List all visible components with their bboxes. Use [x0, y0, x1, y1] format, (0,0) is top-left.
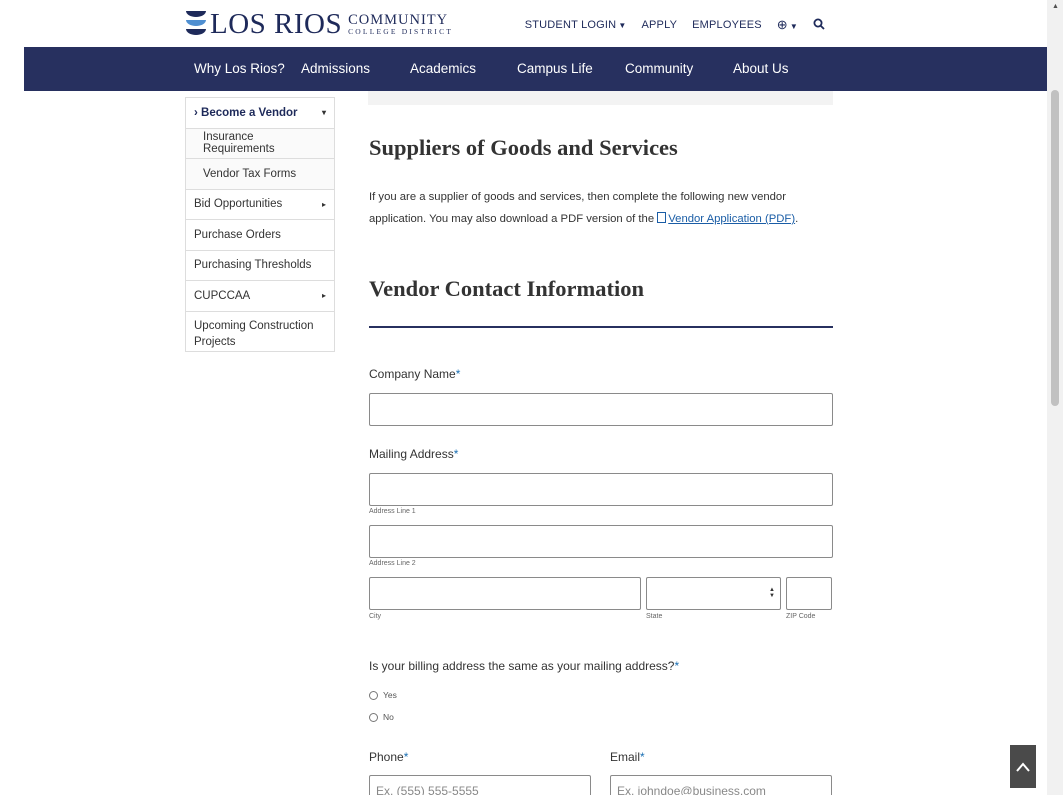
nav-why-los-rios[interactable]: Why Los Rios?	[194, 61, 285, 76]
search-icon[interactable]	[813, 18, 825, 33]
email-label: Email*	[610, 750, 645, 764]
sidebar-item-cupccaa[interactable]: CUPCCAA ▸	[186, 280, 334, 311]
sidebar-item-vendor-tax-forms[interactable]: Vendor Tax Forms	[186, 158, 334, 189]
back-to-top-button[interactable]	[1010, 745, 1036, 788]
company-name-input[interactable]	[369, 393, 833, 426]
mailing-address-label: Mailing Address*	[369, 447, 459, 461]
chevron-right-icon[interactable]: ▸	[322, 200, 326, 209]
scroll-up-icon[interactable]: ▲	[1052, 3, 1059, 10]
billing-question-label: Is your billing address the same as your…	[369, 659, 680, 673]
chevron-up-icon	[1016, 761, 1030, 772]
nav-about-us[interactable]: About Us	[733, 61, 789, 76]
intro-paragraph: If you are a supplier of goods and servi…	[369, 186, 837, 230]
zip-input[interactable]	[786, 577, 832, 610]
vendor-application-pdf-link[interactable]: Vendor Application (PDF)	[657, 212, 795, 225]
sidebar-item-become-a-vendor[interactable]: › Become a Vendor ▾	[186, 97, 334, 128]
sidebar-item-bid-opportunities[interactable]: Bid Opportunities ▸	[186, 188, 334, 220]
sidebar-item-label: Purchase Orders	[194, 228, 281, 241]
utility-nav: STUDENT LOGIN ▼ APPLY EMPLOYEES ⊕ ▼	[525, 17, 825, 33]
scrollbar-thumb[interactable]	[1051, 90, 1059, 406]
sidebar-item-purchase-orders[interactable]: Purchase Orders	[186, 219, 334, 250]
section-title: Suppliers of Goods and Services	[369, 135, 678, 160]
sidebar-item-label: Purchasing Thresholds	[194, 259, 312, 272]
caret-down-icon: ▼	[618, 21, 627, 30]
required-mark: *	[455, 367, 461, 381]
chevron-right-icon[interactable]: ▸	[322, 291, 326, 300]
required-mark: *	[674, 659, 680, 673]
radio-circle-icon	[369, 690, 378, 700]
phone-input[interactable]: Ex. (555) 555-5555	[369, 775, 591, 795]
main-nav: Why Los Rios? Admissions Academics Campu…	[24, 47, 1047, 91]
caret-down-icon: ▼	[789, 22, 798, 31]
sidebar-item-upcoming-construction-projects[interactable]: Upcoming Construction Projects	[186, 310, 334, 351]
radio-circle-icon	[369, 712, 378, 722]
sidebar-item-label: Upcoming Construction Projects	[194, 319, 314, 348]
billing-yes-radio[interactable]: Yes	[369, 690, 397, 700]
phone-placeholder: Ex. (555) 555-5555	[376, 784, 479, 795]
form-title-divider	[369, 326, 833, 328]
required-mark: *	[403, 750, 409, 764]
email-input[interactable]: Ex. johndoe@business.com	[610, 775, 832, 795]
select-arrows-icon: ▲ ▼	[769, 587, 775, 599]
sidebar-nav: › Become a Vendor ▾ Insurance Requiremen…	[185, 97, 335, 352]
sidebar-item-label: Insurance Requirements	[203, 131, 275, 156]
pdf-icon	[657, 212, 667, 223]
phone-label: Phone*	[369, 750, 409, 764]
sidebar-item-label: CUPCCAA	[194, 289, 251, 302]
nav-campus-life[interactable]: Campus Life	[517, 61, 593, 76]
address-line2-input[interactable]	[369, 525, 833, 558]
logo-text: LOS RIOS	[210, 7, 343, 40]
chevron-down-icon[interactable]: ▾	[322, 108, 326, 117]
state-label: State	[646, 613, 663, 620]
city-input[interactable]	[369, 577, 641, 610]
sidebar-item-label: Bid Opportunities	[194, 198, 283, 211]
nav-academics[interactable]: Academics	[410, 61, 476, 76]
billing-no-radio[interactable]: No	[369, 712, 394, 722]
content-top-block	[368, 91, 833, 105]
nav-admissions[interactable]: Admissions	[301, 61, 370, 76]
top-bar: LOS RIOS COMMUNITY COLLEGE DISTRICT STUD…	[0, 0, 1047, 47]
logo-mark-icon	[186, 9, 206, 39]
page-scrollbar[interactable]: ▲	[1047, 0, 1063, 795]
student-login-link[interactable]: STUDENT LOGIN ▼	[525, 19, 627, 31]
required-mark: *	[640, 750, 645, 764]
nav-community[interactable]: Community	[625, 61, 693, 76]
site-logo[interactable]: LOS RIOS COMMUNITY COLLEGE DISTRICT	[186, 8, 453, 40]
address-line2-label: Address Line 2	[369, 560, 416, 567]
zip-label: ZIP Code	[786, 613, 816, 620]
globe-icon: ⊕	[776, 17, 788, 32]
intro-end: .	[795, 213, 799, 225]
sidebar-item-label: Vendor Tax Forms	[203, 167, 297, 180]
address-line1-label: Address Line 1	[369, 508, 416, 515]
apply-link[interactable]: APPLY	[641, 19, 677, 31]
form-title: Vendor Contact Information	[369, 276, 645, 301]
state-select[interactable]: ▲ ▼	[646, 577, 781, 610]
required-mark: *	[453, 447, 459, 461]
logo-subtext: COMMUNITY COLLEGE DISTRICT	[348, 11, 454, 36]
sidebar-item-purchasing-thresholds[interactable]: Purchasing Thresholds	[186, 249, 334, 281]
sidebar-item-label: › Become a Vendor	[194, 106, 298, 119]
sidebar-item-insurance-requirements[interactable]: Insurance Requirements	[186, 127, 334, 158]
employees-link[interactable]: EMPLOYEES	[692, 19, 762, 31]
language-button[interactable]: ⊕ ▼	[777, 17, 798, 33]
city-label: City	[369, 613, 382, 620]
company-name-label: Company Name*	[369, 367, 461, 381]
email-placeholder: Ex. johndoe@business.com	[617, 784, 766, 795]
address-line1-input[interactable]	[369, 473, 833, 506]
